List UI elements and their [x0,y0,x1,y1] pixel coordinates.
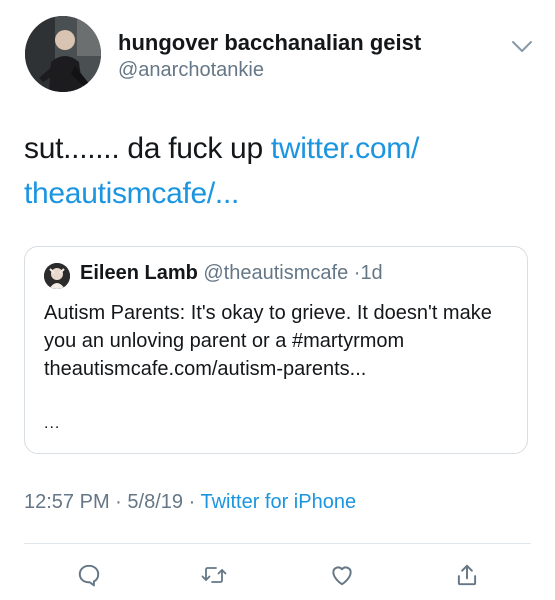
more-options-caret[interactable] [509,34,535,60]
tweet-text-plain: sut....... da fuck up [24,132,271,165]
tweet-date: 5/8/19 [127,491,184,513]
avatar-photo [25,16,101,92]
meta-separator-2: · [188,491,196,513]
like-icon [332,566,352,586]
retweet-button[interactable] [196,557,232,593]
tweet-meta: 12:57 PM · 5/8/19 · Twitter for iPhone [24,491,356,514]
author-avatar[interactable] [25,16,101,92]
share-icon [457,564,477,586]
chevron-down-icon [512,41,532,52]
tweet-link-line1[interactable]: twitter.com/ [271,132,419,165]
quoted-avatar-image [44,263,70,289]
quoted-avatar[interactable] [44,263,70,289]
quoted-header: Eileen Lamb @theautismcafe ·1d [80,262,383,285]
tweet-link-line2[interactable]: theautismcafe/... [24,177,239,210]
meta-separator-1: · [115,491,122,513]
quoted-age: 1d [360,262,383,284]
tweet-source[interactable]: Twitter for iPhone [200,491,356,513]
retweet-icon [201,567,227,583]
like-button[interactable] [324,557,360,593]
author-handle[interactable]: @anarchotankie [118,59,264,82]
reply-icon [78,564,100,587]
quoted-name: Eileen Lamb [80,262,198,284]
author-display-name[interactable]: hungover bacchanalian geist [118,30,421,56]
quoted-handle: @theautismcafe [203,262,349,284]
quoted-body: Autism Parents: It's okay to grieve. It … [44,302,492,380]
tweet-time: 12:57 PM [24,491,110,513]
quoted-ellipsis: ... [44,415,61,432]
quoted-tweet[interactable]: Eileen Lamb @theautismcafe ·1d Autism Pa… [24,246,528,454]
tweet-text: sut....... da fuck up twitter.com/ theau… [24,126,529,216]
reply-button[interactable] [71,557,107,593]
actions-divider [24,543,531,544]
share-button[interactable] [449,557,485,593]
